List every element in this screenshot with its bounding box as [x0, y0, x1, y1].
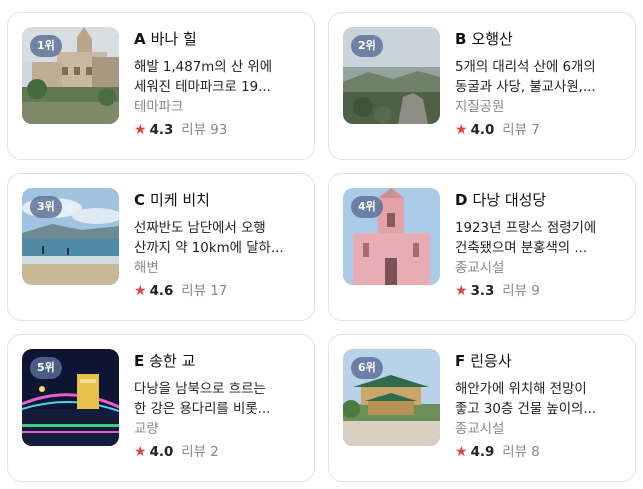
- star-icon: ★: [455, 444, 468, 460]
- place-letter: C: [134, 191, 146, 209]
- place-description: 해안가에 위치해 전망이좋고 30층 건물 높이의...: [455, 380, 627, 420]
- place-description: 1923년 프랑스 점령기에건축됐으며 분홍색의 ...: [455, 219, 627, 259]
- description-line: 선짜반도 남단에서 오행: [134, 221, 266, 236]
- place-rating: ★ 4.0 리뷰 2: [134, 442, 306, 463]
- place-letter: D: [455, 191, 468, 209]
- place-name: 다낭 대성당: [472, 191, 547, 209]
- place-thumbnail[interactable]: 6위: [343, 349, 440, 446]
- place-description: 선짜반도 남단에서 오행산까지 약 10km에 달하...: [134, 219, 306, 259]
- place-category: 종교시설: [455, 261, 505, 276]
- place-rating: ★ 4.9 리뷰 8: [455, 442, 627, 463]
- place-title[interactable]: D 다낭 대성당: [455, 190, 627, 210]
- description-line: 1923년 프랑스 점령기에: [455, 221, 597, 236]
- rank-badge: 3위: [30, 196, 62, 218]
- description-line: 5개의 대리석 산에 6개의: [455, 60, 596, 75]
- place-thumbnail[interactable]: 2위: [343, 27, 440, 124]
- star-icon: ★: [134, 444, 147, 460]
- place-name: 바나 힐: [150, 30, 197, 48]
- star-icon: ★: [134, 122, 147, 138]
- place-name: 미케 비치: [150, 191, 210, 209]
- rank-badge: 5위: [30, 357, 62, 379]
- rating-score: 4.0: [470, 123, 495, 138]
- place-letter: E: [134, 352, 145, 370]
- review-count[interactable]: 리뷰 7: [502, 123, 539, 138]
- place-description: 해발 1,487m의 산 위에세워진 테마파크로 19...: [134, 58, 306, 98]
- place-rating: ★ 4.6 리뷰 17: [134, 281, 306, 302]
- place-thumbnail[interactable]: 5위: [22, 349, 119, 446]
- place-thumbnail[interactable]: 4위: [343, 188, 440, 285]
- place-card-a[interactable]: 1위 A 바나 힐 해발 1,487m의 산 위에 세워진 테마파크로 19... …: [7, 12, 315, 160]
- description-line: 해안가에 위치해 전망이: [455, 382, 587, 397]
- place-description: 다낭을 남북으로 흐르는한 강은 용다리를 비롯...: [134, 380, 306, 420]
- place-letter: B: [455, 30, 467, 48]
- place-card-e[interactable]: 5위 E 송한 교 다낭을 남북으로 흐르는 한 강은 용다리를 비롯... 교량 …: [7, 334, 315, 482]
- place-category: 종교시설: [455, 422, 505, 437]
- place-letter: A: [134, 30, 146, 48]
- place-rating: ★ 3.3 리뷰 9: [455, 281, 627, 302]
- rating-score: 4.9: [470, 445, 495, 460]
- place-card-b[interactable]: 2위 B 오행산 5개의 대리석 산에 6개의동굴과 사당, 불교사원,... 지…: [328, 12, 636, 160]
- description-line: 건축됐으며 분홍색의 ...: [455, 241, 588, 256]
- place-name: 송한 교: [149, 352, 196, 370]
- place-category: 테마파크: [134, 100, 184, 115]
- review-count[interactable]: 리뷰 9: [502, 284, 539, 299]
- description-line: 산까지 약 10km에 달하...: [134, 241, 284, 256]
- place-rating: ★ 4.3 리뷰 93: [134, 120, 306, 141]
- rating-score: 4.0: [149, 445, 174, 460]
- place-category: 교량: [134, 422, 159, 437]
- description-line: 세워진 테마파크로 19...: [134, 80, 271, 95]
- place-rating: ★ 4.0 리뷰 7: [455, 120, 627, 141]
- place-letter: F: [455, 352, 466, 370]
- description-line: 다낭을 남북으로 흐르는: [134, 382, 266, 397]
- rank-badge: 4위: [351, 196, 383, 218]
- review-count[interactable]: 리뷰 17: [181, 284, 227, 299]
- star-icon: ★: [455, 122, 468, 138]
- rank-badge: 1위: [30, 35, 62, 57]
- place-title[interactable]: A 바나 힐: [134, 29, 306, 49]
- rank-badge: 6위: [351, 357, 383, 379]
- place-card-c[interactable]: 3위 C 미케 비치 선짜반도 남단에서 오행 산까지 약 10km에 달하... …: [7, 173, 315, 321]
- place-title[interactable]: E 송한 교: [134, 351, 306, 371]
- place-title[interactable]: B 오행산: [455, 29, 627, 49]
- review-count[interactable]: 리뷰 93: [181, 123, 227, 138]
- place-card-f[interactable]: 6위 F 린응사 해안가에 위치해 전망이좋고 30층 건물 높이의... 종교시…: [328, 334, 636, 482]
- place-category: 해변: [134, 261, 159, 276]
- star-icon: ★: [134, 283, 147, 299]
- place-title[interactable]: C 미케 비치: [134, 190, 306, 210]
- description-line: 한 강은 용다리를 비롯...: [134, 402, 271, 417]
- place-title[interactable]: F 린응사: [455, 351, 627, 371]
- place-card-d[interactable]: 4위 D 다낭 대성당 1923년 프랑스 점령기에 건축됐으며 분홍색의 ... …: [328, 173, 636, 321]
- star-icon: ★: [455, 283, 468, 299]
- description-line: 해발 1,487m의 산 위에: [134, 60, 273, 75]
- place-description: 5개의 대리석 산에 6개의동굴과 사당, 불교사원,...: [455, 58, 627, 98]
- rating-score: 4.3: [149, 123, 174, 138]
- description-line: 동굴과 사당, 불교사원,...: [455, 80, 596, 95]
- review-count[interactable]: 리뷰 2: [181, 445, 218, 460]
- place-category: 지질공원: [455, 100, 505, 115]
- rating-score: 3.3: [470, 284, 495, 299]
- place-thumbnail[interactable]: 3위: [22, 188, 119, 285]
- place-name: 린응사: [470, 352, 512, 370]
- place-name: 오행산: [471, 30, 513, 48]
- description-line: 좋고 30층 건물 높이의...: [455, 402, 597, 417]
- review-count[interactable]: 리뷰 8: [502, 445, 539, 460]
- rating-score: 4.6: [149, 284, 174, 299]
- rank-badge: 2위: [351, 35, 383, 57]
- place-thumbnail[interactable]: 1위: [22, 27, 119, 124]
